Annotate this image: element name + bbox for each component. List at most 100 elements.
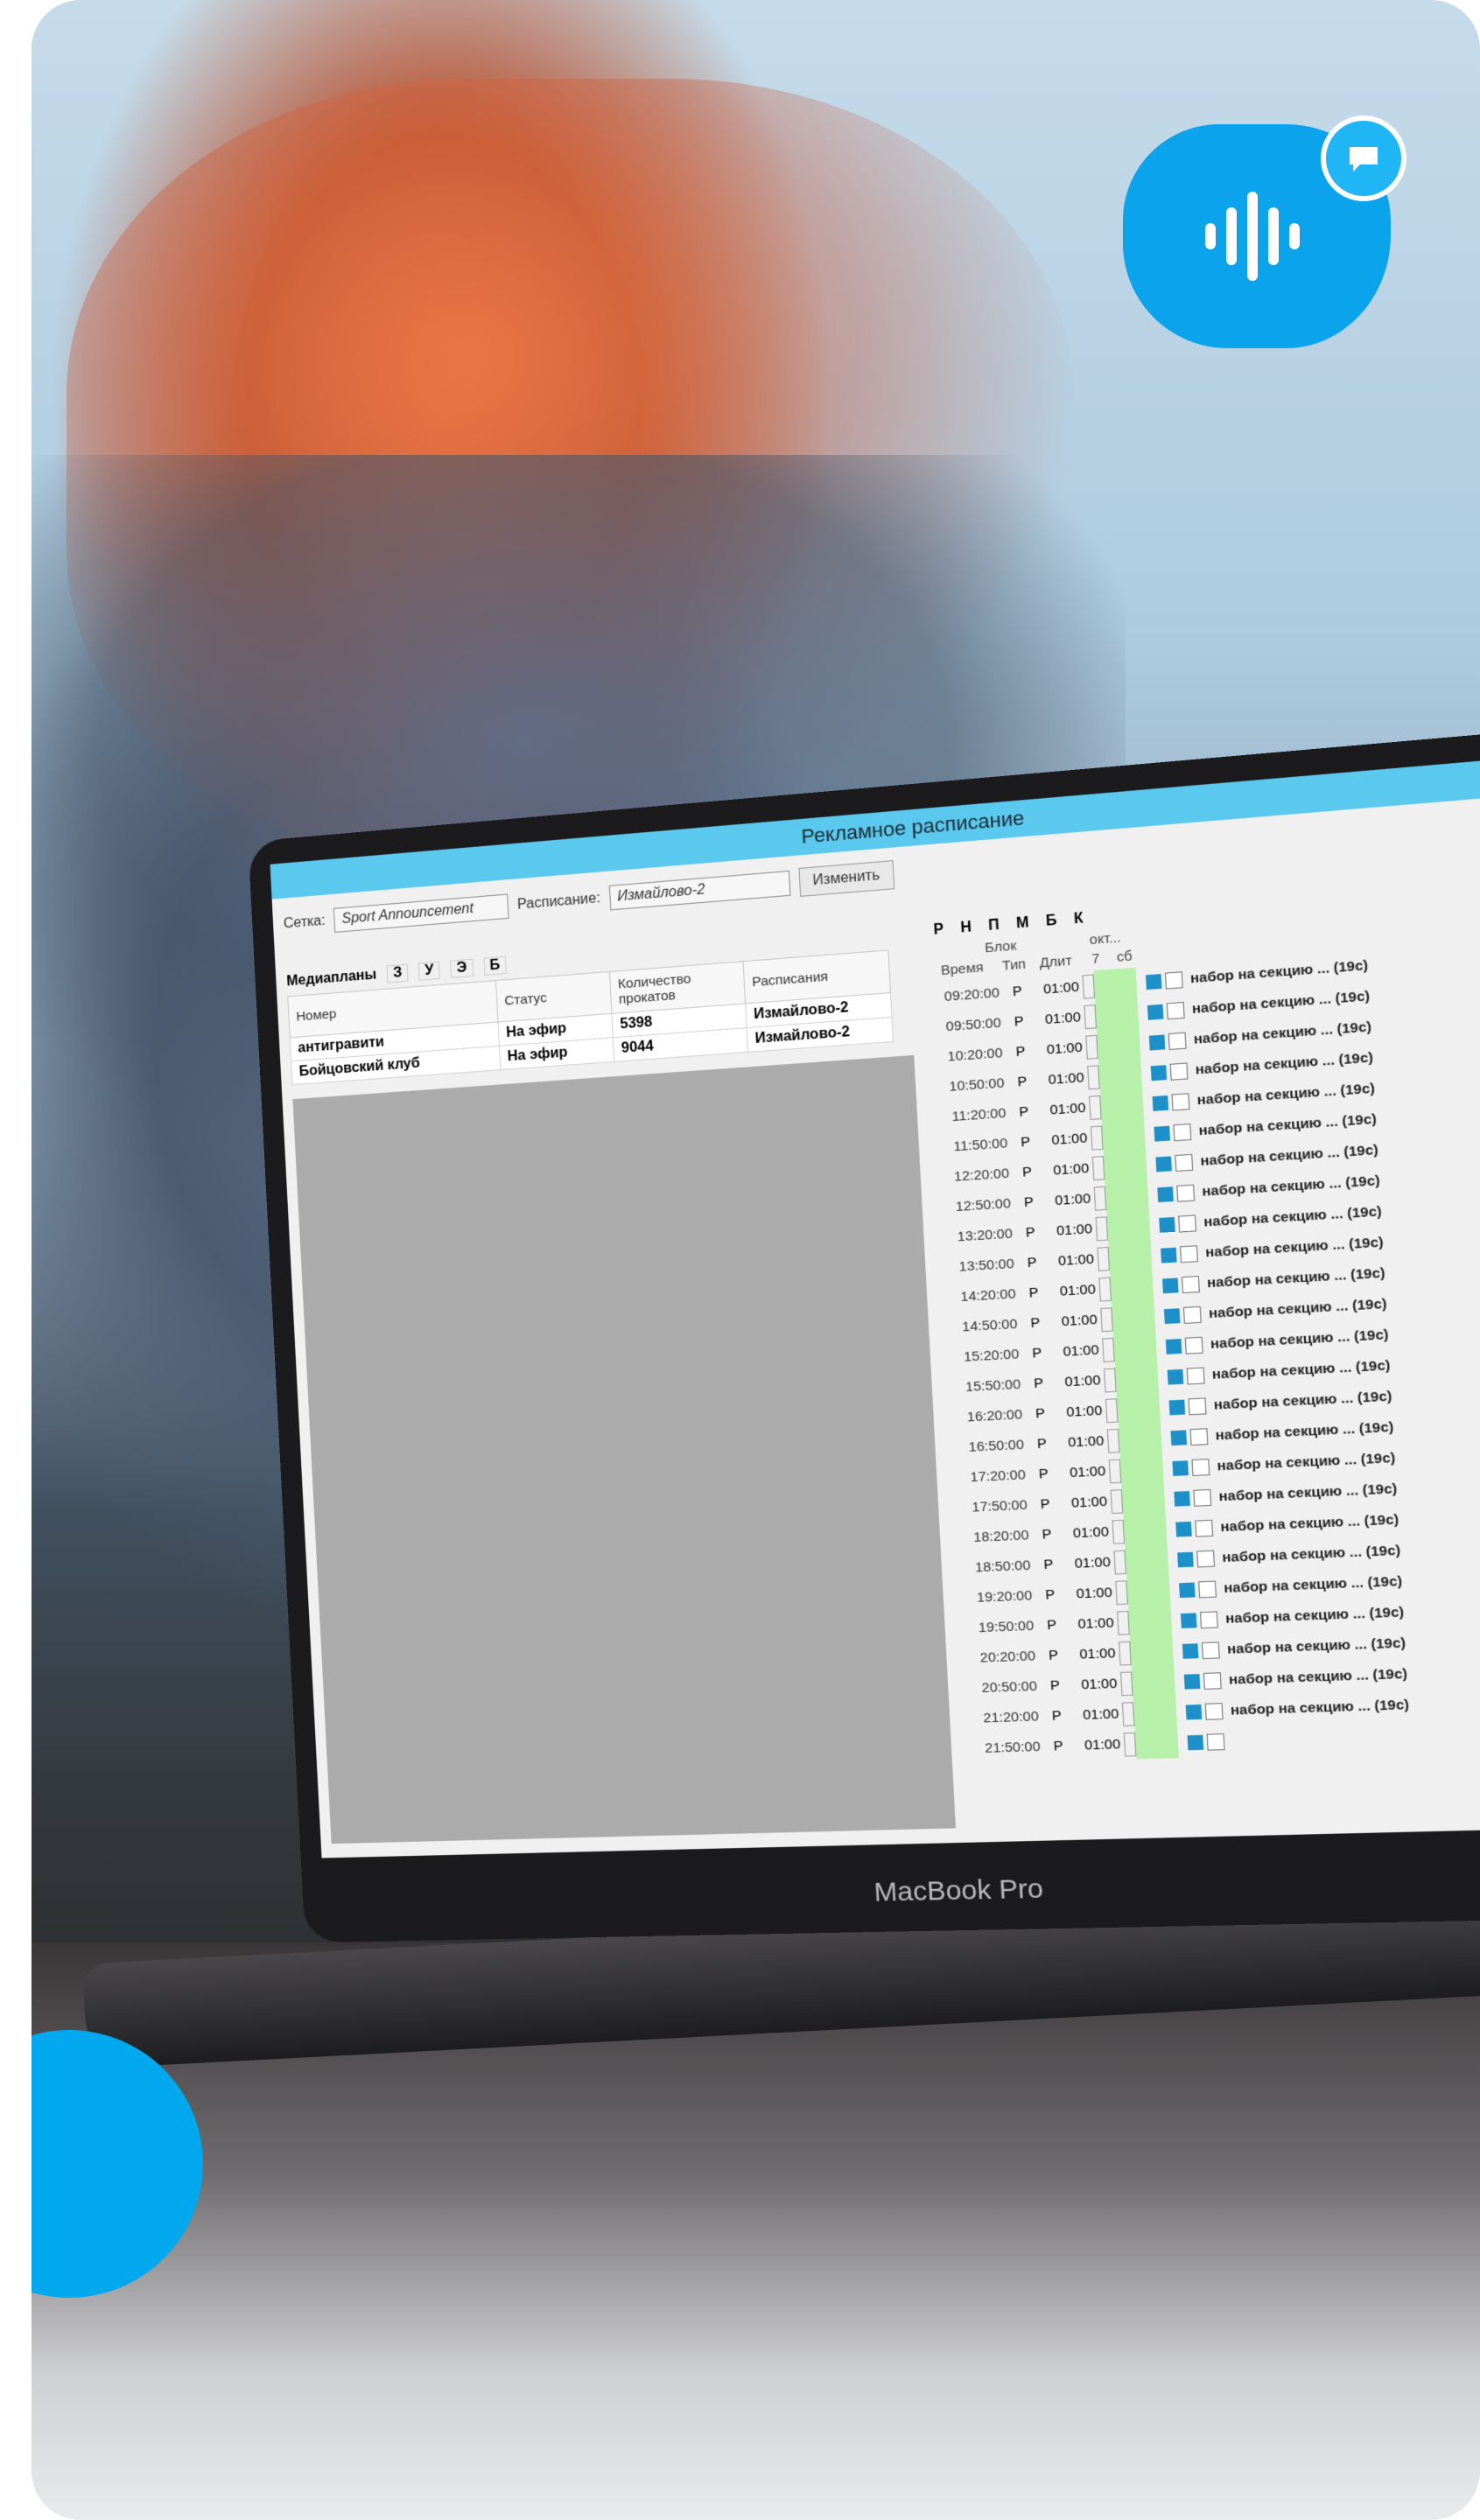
row-checkbox[interactable]: [1176, 1184, 1196, 1202]
row-checkbox[interactable]: [1196, 1550, 1216, 1567]
row-color-marker: [1185, 1704, 1203, 1719]
flag-k[interactable]: К: [1074, 911, 1084, 928]
row-checkbox[interactable]: [1175, 1153, 1194, 1172]
row-checkbox[interactable]: [1195, 1519, 1214, 1537]
row-time: 15:50:00: [964, 1376, 1021, 1396]
row-day-cell[interactable]: [1128, 1605, 1173, 1638]
row-day-cell[interactable]: [1125, 1544, 1169, 1578]
empty-grid-area: [292, 1054, 957, 1844]
row-duration: 01:00: [1056, 1221, 1093, 1239]
row-spot-label: набор на секцию ... (19с): [1221, 1543, 1401, 1566]
mediaplans-key-e[interactable]: Э: [450, 958, 473, 978]
row-duration: 01:00: [1042, 979, 1080, 998]
row-day-cell[interactable]: [1114, 1362, 1160, 1395]
row-checkbox[interactable]: [1206, 1732, 1225, 1751]
row-type: Р: [1027, 1254, 1038, 1271]
row-duration: 01:00: [1048, 1069, 1085, 1088]
row-checkbox[interactable]: [1189, 1427, 1209, 1446]
row-checkbox[interactable]: [1178, 1214, 1197, 1233]
sound-wave-icon: [1205, 192, 1300, 281]
row-day-cell[interactable]: [1101, 1119, 1146, 1152]
row-spot-label: набор на секцию ... (19с): [1230, 1697, 1410, 1718]
row-time: 14:50:00: [961, 1316, 1018, 1335]
row-color-marker: [1150, 1064, 1168, 1081]
flag-r[interactable]: Р: [933, 921, 943, 939]
flag-m[interactable]: М: [1016, 915, 1029, 933]
row-day-cell[interactable]: [1134, 1727, 1179, 1760]
row-checkbox[interactable]: [1204, 1702, 1224, 1720]
flag-n[interactable]: Н: [960, 920, 971, 937]
row-time: 17:20:00: [970, 1466, 1027, 1486]
row-duration: 01:00: [1082, 1705, 1119, 1724]
row-day-cell[interactable]: [1121, 1483, 1166, 1516]
mediaplans-key-b[interactable]: Б: [482, 956, 507, 976]
row-day-cell[interactable]: [1098, 1058, 1143, 1092]
row-day-cell[interactable]: [1095, 998, 1140, 1032]
row-checkbox[interactable]: [1186, 1366, 1205, 1384]
row-day-cell[interactable]: [1108, 1240, 1153, 1274]
row-spot-label: набор на секцию ... (19с): [1208, 1296, 1388, 1322]
row-checkbox[interactable]: [1203, 1671, 1222, 1690]
row-checkbox[interactable]: [1199, 1610, 1218, 1628]
row-day-cell[interactable]: [1129, 1635, 1175, 1669]
row-checkbox[interactable]: [1164, 970, 1183, 990]
row-day-cell[interactable]: [1116, 1392, 1161, 1425]
row-checkbox[interactable]: [1188, 1396, 1207, 1415]
row-checkbox[interactable]: [1169, 1061, 1189, 1081]
row-checkbox[interactable]: [1198, 1580, 1217, 1598]
row-day-cell[interactable]: [1113, 1332, 1158, 1365]
row-time: 19:20:00: [976, 1587, 1033, 1606]
row-duration: 01:00: [1059, 1281, 1097, 1299]
mediaplans-key-u[interactable]: У: [417, 961, 441, 981]
row-type: Р: [1040, 1496, 1051, 1513]
row-day-cell[interactable]: [1103, 1149, 1147, 1183]
schedule-label: Расписание:: [516, 890, 601, 913]
grid-field[interactable]: Sport Announcement: [333, 893, 509, 933]
row-checkbox[interactable]: [1171, 1092, 1190, 1110]
row-day-cell[interactable]: [1105, 1180, 1149, 1214]
row-time: 20:50:00: [981, 1678, 1038, 1697]
row-checkbox[interactable]: [1181, 1275, 1200, 1293]
row-day-cell[interactable]: [1119, 1453, 1164, 1487]
row-type: Р: [1018, 1103, 1029, 1121]
row-checkbox[interactable]: [1168, 1032, 1187, 1050]
row-checkbox[interactable]: [1180, 1244, 1198, 1263]
row-day-cell[interactable]: [1106, 1210, 1151, 1243]
row-checkbox[interactable]: [1166, 1001, 1185, 1019]
laptop-brand: MacBook Pro: [873, 1873, 1044, 1908]
row-time: 20:20:00: [979, 1648, 1036, 1666]
row-day-cell[interactable]: [1126, 1575, 1171, 1607]
change-button[interactable]: Изменить: [798, 860, 895, 897]
row-day-cell[interactable]: [1097, 1028, 1141, 1062]
row-checkbox[interactable]: [1201, 1641, 1220, 1659]
mediaplans-key-z[interactable]: З: [386, 963, 409, 984]
row-color-marker: [1179, 1582, 1196, 1598]
row-spot-label: набор на секцию ... (19с): [1223, 1573, 1403, 1597]
row-time: 11:50:00: [952, 1135, 1008, 1155]
row-duration: 01:00: [1074, 1554, 1112, 1572]
row-type: Р: [1035, 1405, 1046, 1422]
flag-p[interactable]: П: [988, 917, 1000, 934]
row-color-marker: [1167, 1368, 1184, 1385]
row-checkbox[interactable]: [1191, 1458, 1210, 1476]
row-color-marker: [1183, 1673, 1201, 1690]
flag-b[interactable]: Б: [1046, 913, 1058, 930]
row-spot-label: набор на секцию ... (19с): [1206, 1264, 1386, 1292]
row-checkbox[interactable]: [1182, 1306, 1202, 1324]
row-checkbox[interactable]: [1193, 1488, 1212, 1507]
row-spot-label: набор на секцию ... (19с): [1193, 1018, 1372, 1047]
row-type: Р: [1049, 1677, 1061, 1694]
row-day-cell[interactable]: [1112, 1301, 1156, 1334]
row-day-cell[interactable]: [1123, 1514, 1168, 1547]
row-checkbox[interactable]: [1184, 1336, 1203, 1354]
row-duration: 01:00: [1077, 1614, 1115, 1633]
row-day-cell[interactable]: [1118, 1423, 1162, 1456]
row-day-cell[interactable]: [1099, 1088, 1144, 1123]
row-day-cell[interactable]: [1093, 967, 1138, 1001]
row-checkbox[interactable]: [1173, 1123, 1192, 1141]
schedule-field[interactable]: Измайлово-2: [608, 870, 791, 911]
row-day-cell[interactable]: [1131, 1666, 1176, 1698]
row-day-cell[interactable]: [1133, 1697, 1178, 1729]
row-day-cell[interactable]: [1110, 1270, 1154, 1305]
mediaplans-title: Медиапланы: [285, 967, 377, 990]
